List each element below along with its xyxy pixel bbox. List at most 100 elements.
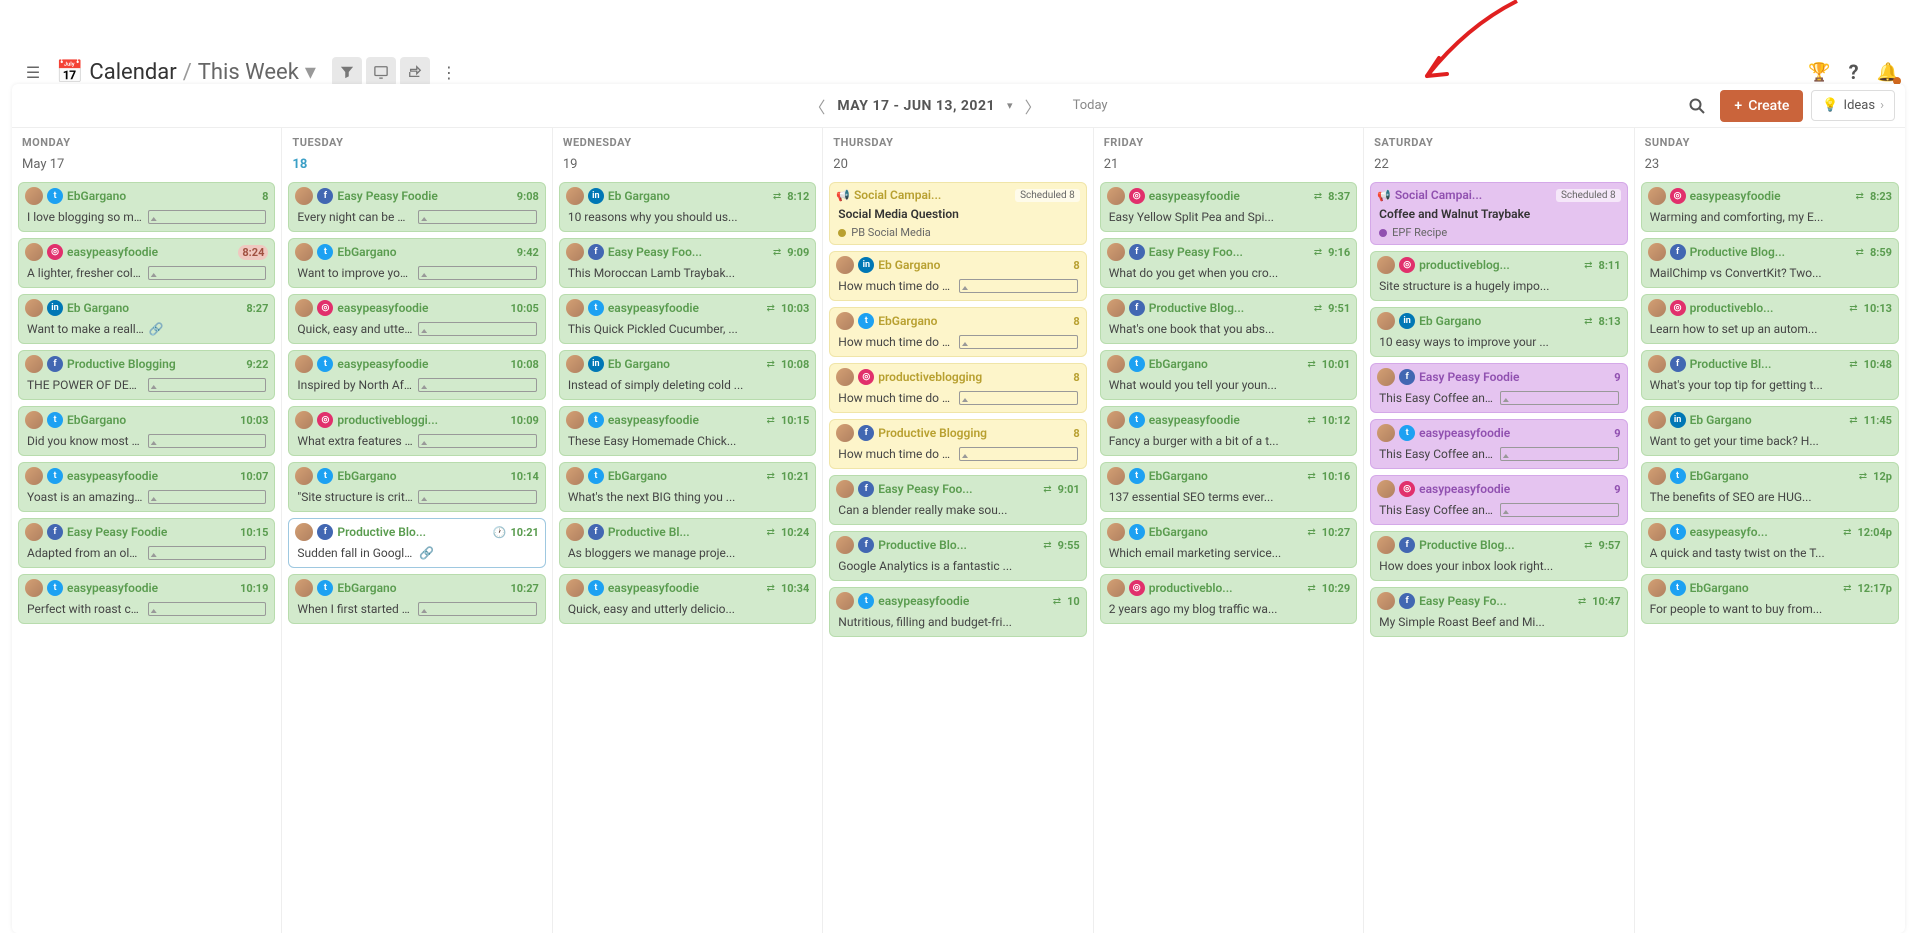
card-text: Can a blender really make sou... xyxy=(838,503,1077,517)
calendar-card[interactable]: tEbGargano8I love blogging so much it n.… xyxy=(18,182,275,232)
chevron-down-icon[interactable]: ▾ xyxy=(305,60,316,85)
calendar-card[interactable]: fEasy Peasy Foodie9:08Every night can be… xyxy=(288,182,545,232)
calendar-card[interactable]: fProductive Blo...🕐10:21Sudden fall in G… xyxy=(288,518,545,568)
avatar xyxy=(295,299,313,317)
calendar-card[interactable]: teasypeasyfoodie⇄10:15These Easy Homemad… xyxy=(559,406,816,456)
calendar-card[interactable]: tEbGargano10:27When I first started my b… xyxy=(288,574,545,624)
calendar-card[interactable]: teasypeasyfoodie⇄10:12Fancy a burger wit… xyxy=(1100,406,1357,456)
calendar-card[interactable]: ◎productiveblo...⇄10:292 years ago my bl… xyxy=(1100,574,1357,624)
calendar-card[interactable]: tEbGargano⇄10:27Which email marketing se… xyxy=(1100,518,1357,568)
card-text: What extra features do you ... xyxy=(297,434,414,448)
account-name: Productive Blogging xyxy=(878,426,1069,440)
calendar-card[interactable]: tEbGargano10:03Did you know most blogger… xyxy=(18,406,275,456)
calendar-card[interactable]: fProductive Bl...⇄10:24As bloggers we ma… xyxy=(559,518,816,568)
calendar-card[interactable]: teasypeasyfoodie10:08Inspired by North A… xyxy=(288,350,545,400)
calendar-card[interactable]: teasypeasyfo...⇄12:04pA quick and tasty … xyxy=(1641,518,1899,568)
help-icon[interactable]: ? xyxy=(1849,60,1859,84)
create-button[interactable]: +Create xyxy=(1720,90,1803,122)
shuffle-icon: ⇄ xyxy=(1856,247,1864,258)
calendar-card[interactable]: fProductive Bl...⇄10:48What's your top t… xyxy=(1641,350,1899,400)
calendar-card[interactable]: inEb Gargano⇄8:1310 easy ways to improve… xyxy=(1370,307,1627,357)
calendar-card[interactable]: fEasy Peasy Foodie9This Easy Coffee and … xyxy=(1370,363,1627,413)
breadcrumb-current[interactable]: This Week xyxy=(198,60,299,85)
calendar-card[interactable]: teasypeasyfoodie⇄10:34Quick, easy and ut… xyxy=(559,574,816,624)
calendar-card[interactable]: tEbGargano10:14"Site structure is critic… xyxy=(288,462,545,512)
calendar-card[interactable]: 📢Social Campai...Scheduled 8Social Media… xyxy=(829,182,1086,245)
calendar-card[interactable]: fEasy Peasy Fo...⇄10:47My Simple Roast B… xyxy=(1370,587,1627,637)
chevron-down-icon[interactable]: ▾ xyxy=(1007,99,1013,112)
calendar-card[interactable]: ◎easypeasyfoodie⇄8:37Easy Yellow Split P… xyxy=(1100,182,1357,232)
calendar-card[interactable]: ◎easypeasyfoodie10:05Quick, easy and utt… xyxy=(288,294,545,344)
calendar-card[interactable]: ◎easypeasyfoodie8:24A lighter, fresher c… xyxy=(18,238,275,288)
filter-icon[interactable] xyxy=(332,57,362,87)
account-name: Productive Blogging xyxy=(67,357,242,371)
share-icon[interactable] xyxy=(400,57,430,87)
calendar-card[interactable]: tEbGargano⇄10:01What would you tell your… xyxy=(1100,350,1357,400)
calendar-card[interactable]: fEasy Peasy Foo...⇄9:01Can a blender rea… xyxy=(829,475,1086,525)
calendar-card[interactable]: ◎productiveblo...⇄10:13Learn how to set … xyxy=(1641,294,1899,344)
calendar-card[interactable]: teasypeasyfoodie⇄10:03This Quick Pickled… xyxy=(559,294,816,344)
prev-arrow-icon[interactable]: 〈 xyxy=(809,94,825,118)
calendar-card[interactable]: ◎easypeasyfoodie9This Easy Coffee and Wa… xyxy=(1370,475,1627,525)
calendar-card[interactable]: tEbGargano⇄10:21What's the next BIG thin… xyxy=(559,462,816,512)
calendar-card[interactable]: teasypeasyfoodie⇄10Nutritious, filling a… xyxy=(829,587,1086,637)
menu-icon[interactable]: ☰ xyxy=(18,57,48,87)
account-name: EbGargano xyxy=(337,245,512,259)
card-text: Easy Yellow Split Pea and Spi... xyxy=(1109,210,1348,224)
calendar-card[interactable]: teasypeasyfoodie10:19Perfect with roast … xyxy=(18,574,275,624)
avatar xyxy=(1377,312,1395,330)
bell-icon[interactable]: 🔔 xyxy=(1877,62,1899,83)
calendar-card[interactable]: teasypeasyfoodie10:07Yoast is an amazing… xyxy=(18,462,275,512)
card-text: MailChimp vs ConvertKit? Two... xyxy=(1650,266,1890,280)
next-arrow-icon[interactable]: 〉 xyxy=(1025,94,1041,118)
calendar-card[interactable]: inEb Gargano⇄11:45Want to get your time … xyxy=(1641,406,1899,456)
avatar xyxy=(566,467,584,485)
calendar-card[interactable]: 📢Social Campai...Scheduled 8Coffee and W… xyxy=(1370,182,1627,245)
search-icon[interactable] xyxy=(1682,91,1712,121)
fb-icon: f xyxy=(317,524,333,540)
card-time: 10:03 xyxy=(781,302,809,315)
calendar-card[interactable]: fProductive Blog...⇄8:59MailChimp vs Con… xyxy=(1641,238,1899,288)
today-button[interactable]: Today xyxy=(1073,98,1108,113)
calendar-card[interactable]: inEb Gargano⇄8:1210 reasons why you shou… xyxy=(559,182,816,232)
card-time: 9:42 xyxy=(517,246,539,259)
calendar-card[interactable]: ◎productiveblog...⇄8:11Site structure is… xyxy=(1370,251,1627,301)
avatar xyxy=(566,579,584,597)
fb-icon: f xyxy=(588,244,604,260)
calendar-card[interactable]: ◎productivebloggi...10:09What extra feat… xyxy=(288,406,545,456)
calendar-card[interactable]: ◎easypeasyfoodie⇄8:23Warming and comfort… xyxy=(1641,182,1899,232)
breadcrumb-root[interactable]: Calendar xyxy=(89,60,176,85)
ideas-button[interactable]: 💡Ideas› xyxy=(1811,90,1895,121)
trophy-icon[interactable]: 🏆 xyxy=(1808,62,1830,83)
calendar-card[interactable]: fProductive Blogging9:22THE POWER OF DEA… xyxy=(18,350,275,400)
calendar-card[interactable]: fEasy Peasy Foo...⇄9:16What do you get w… xyxy=(1100,238,1357,288)
calendar-card[interactable]: tEbGargano⇄12pThe benefits of SEO are HU… xyxy=(1641,462,1899,512)
more-icon[interactable]: ⋮ xyxy=(434,57,464,87)
calendar-card[interactable]: tEbGargano8How much time do you usu... xyxy=(829,307,1086,357)
calendar-card[interactable]: fProductive Blo...⇄9:55Google Analytics … xyxy=(829,531,1086,581)
calendar-card[interactable]: tEbGargano9:42Want to improve your SEO, … xyxy=(288,238,545,288)
card-time: 10:27 xyxy=(1322,526,1350,539)
calendar-card[interactable]: fEasy Peasy Foodie10:15Adapted from an o… xyxy=(18,518,275,568)
calendar-card[interactable]: inEb Gargano8:27Want to make a really gr… xyxy=(18,294,275,344)
card-time: 10:19 xyxy=(240,582,268,595)
card-list: inEb Gargano⇄8:1210 reasons why you shou… xyxy=(553,178,822,634)
card-text: This Easy Coffee and Waln... xyxy=(1379,391,1496,405)
calendar-card[interactable]: fProductive Blog...⇄9:57How does your in… xyxy=(1370,531,1627,581)
date-range[interactable]: MAY 17 - JUN 13, 2021 xyxy=(837,98,995,114)
calendar-card[interactable]: fProductive Blogging8How much time do yo… xyxy=(829,419,1086,469)
calendar-card[interactable]: fProductive Blog...⇄9:51What's one book … xyxy=(1100,294,1357,344)
calendar-card[interactable]: inEb Gargano8How much time do you usu... xyxy=(829,251,1086,301)
calendar-card[interactable]: teasypeasyfoodie9This Easy Coffee and Wa… xyxy=(1370,419,1627,469)
display-icon[interactable] xyxy=(366,57,396,87)
calendar-panel: 〈 MAY 17 - JUN 13, 2021 ▾ 〉 Today +Creat… xyxy=(12,84,1905,933)
calendar-card[interactable]: fEasy Peasy Foo...⇄9:09This Moroccan Lam… xyxy=(559,238,816,288)
calendar-card[interactable]: tEbGargano⇄12:17pFor people to want to b… xyxy=(1641,574,1899,624)
card-time: 10:29 xyxy=(1322,582,1350,595)
calendar-card[interactable]: ◎productiveblogging8How much time do you… xyxy=(829,363,1086,413)
calendar-card[interactable]: inEb Gargano⇄10:08Instead of simply dele… xyxy=(559,350,816,400)
calendar-card[interactable]: tEbGargano⇄10:16137 essential SEO terms … xyxy=(1100,462,1357,512)
avatar xyxy=(1648,299,1666,317)
ld-icon: in xyxy=(1399,313,1415,329)
image-icon xyxy=(418,378,537,392)
